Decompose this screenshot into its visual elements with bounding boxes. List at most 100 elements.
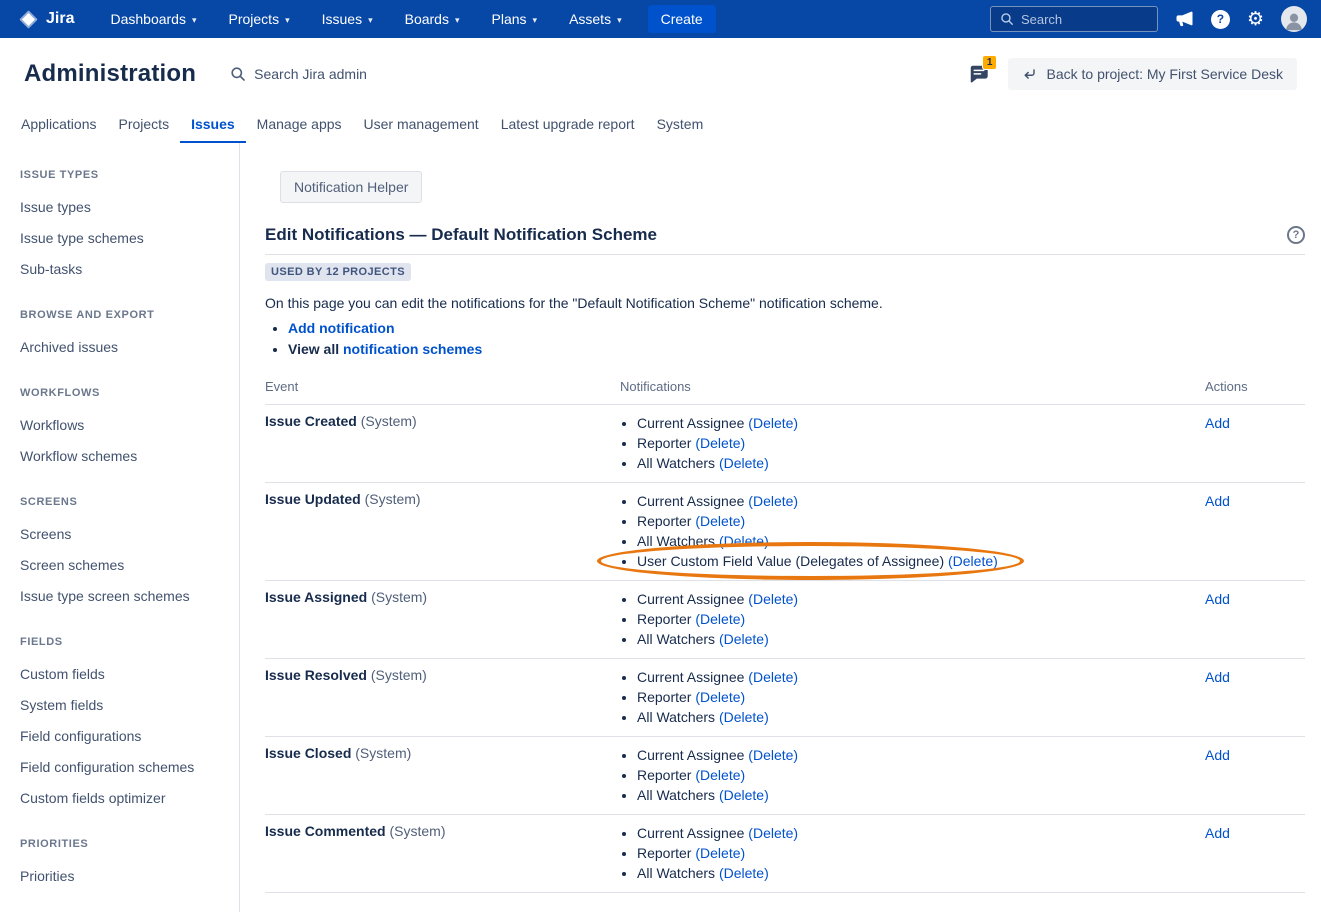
sidebar-item-issue-type-screen-schemes[interactable]: Issue type screen schemes <box>20 581 229 612</box>
jira-logo-text: Jira <box>46 10 74 28</box>
notification-row: Issue Updated (System)Current Assignee (… <box>265 483 1305 581</box>
delete-link[interactable]: (Delete) <box>719 455 769 471</box>
sidebar-item-system-fields[interactable]: System fields <box>20 690 229 721</box>
delete-link[interactable]: (Delete) <box>719 709 769 725</box>
tab-issues[interactable]: Issues <box>180 106 246 143</box>
user-avatar[interactable] <box>1281 6 1307 32</box>
add-notification-link[interactable]: Add notification <box>288 320 395 336</box>
notification-helper-button[interactable]: Notification Helper <box>280 171 422 203</box>
topnav-menu-boards[interactable]: Boards▾ <box>389 0 476 38</box>
delete-link[interactable]: (Delete) <box>695 513 745 529</box>
sidebar-item-issue-types[interactable]: Issue types <box>20 192 229 223</box>
sidebar-item-priorities[interactable]: Priorities <box>20 861 229 892</box>
delete-link[interactable]: (Delete) <box>695 611 745 627</box>
admin-search[interactable] <box>230 66 429 82</box>
sidebar-item-archived-issues[interactable]: Archived issues <box>20 332 229 363</box>
event-name: Issue Closed <box>265 745 351 761</box>
help-icon[interactable]: ? <box>1211 10 1230 29</box>
add-notification-row-link[interactable]: Add <box>1205 747 1230 763</box>
navbar-search[interactable] <box>990 6 1158 32</box>
tab-projects[interactable]: Projects <box>108 106 181 143</box>
navbar-search-input[interactable] <box>1021 12 1148 27</box>
notification-label: User Custom Field Value (Delegates of As… <box>637 553 948 569</box>
add-notification-row-link[interactable]: Add <box>1205 669 1230 685</box>
content-layout: ISSUE TYPESIssue typesIssue type schemes… <box>0 143 1321 912</box>
notification-row: Issue Commented (System)Current Assignee… <box>265 815 1305 893</box>
admin-search-input[interactable] <box>254 66 429 82</box>
delete-link[interactable]: (Delete) <box>748 493 798 509</box>
main-content: Notification Helper Edit Notifications —… <box>240 143 1321 912</box>
event-suffix: (System) <box>367 667 427 683</box>
delete-link[interactable]: (Delete) <box>719 631 769 647</box>
event-suffix: (System) <box>357 413 417 429</box>
tab-manage-apps[interactable]: Manage apps <box>246 106 353 143</box>
sidebar-item-screens[interactable]: Screens <box>20 519 229 550</box>
notification-list: Current Assignee (Delete)Reporter (Delet… <box>620 667 1205 727</box>
search-icon <box>230 66 246 82</box>
notification-item: Reporter (Delete) <box>637 609 1205 629</box>
person-icon <box>1283 10 1305 32</box>
notification-item: All Watchers (Delete) <box>637 863 1205 883</box>
sidebar-section-heading: FIELDS <box>20 636 229 648</box>
delete-link[interactable]: (Delete) <box>695 435 745 451</box>
event-cell: Issue Updated (System) <box>265 483 620 581</box>
sidebar-item-custom-fields[interactable]: Custom fields <box>20 659 229 690</box>
delete-link[interactable]: (Delete) <box>748 415 798 431</box>
delete-link[interactable]: (Delete) <box>748 669 798 685</box>
sidebar-item-field-configurations[interactable]: Field configurations <box>20 721 229 752</box>
gear-icon[interactable]: ⚙ <box>1247 10 1264 29</box>
event-cell: Issue Resolved (System) <box>265 659 620 737</box>
topnav-menu-assets[interactable]: Assets▾ <box>553 0 638 38</box>
sidebar-item-custom-fields-optimizer[interactable]: Custom fields optimizer <box>20 783 229 814</box>
notification-label: Current Assignee <box>637 825 748 841</box>
notification-schemes-link[interactable]: notification schemes <box>343 341 482 357</box>
used-by-projects-badge[interactable]: USED BY 12 PROJECTS <box>265 263 411 281</box>
topnav-menu-plans[interactable]: Plans▾ <box>476 0 554 38</box>
add-notification-row-link[interactable]: Add <box>1205 591 1230 607</box>
event-suffix: (System) <box>351 745 411 761</box>
notification-list: Current Assignee (Delete)Reporter (Delet… <box>620 589 1205 649</box>
notification-item: Reporter (Delete) <box>637 511 1205 531</box>
notification-item: All Watchers (Delete) <box>637 785 1205 805</box>
tab-applications[interactable]: Applications <box>10 106 108 143</box>
tab-system[interactable]: System <box>646 106 715 143</box>
notification-item: All Watchers (Delete) <box>637 629 1205 649</box>
sidebar-item-issue-type-schemes[interactable]: Issue type schemes <box>20 223 229 254</box>
delete-link[interactable]: (Delete) <box>748 747 798 763</box>
topnav-menu-issues[interactable]: Issues▾ <box>306 0 389 38</box>
create-button[interactable]: Create <box>648 5 716 33</box>
sidebar-item-screen-schemes[interactable]: Screen schemes <box>20 550 229 581</box>
tab-latest-upgrade-report[interactable]: Latest upgrade report <box>490 106 646 143</box>
help-circle-icon[interactable]: ? <box>1287 226 1305 244</box>
delete-link[interactable]: (Delete) <box>695 767 745 783</box>
topnav-menu-projects[interactable]: Projects▾ <box>213 0 306 38</box>
sidebar-item-workflows[interactable]: Workflows <box>20 410 229 441</box>
feedback-megaphone-icon[interactable] <box>1174 9 1194 29</box>
jira-logo[interactable]: Jira <box>10 9 94 30</box>
sidebar-section-heading: PRIORITIES <box>20 838 229 850</box>
notification-item: Reporter (Delete) <box>637 765 1205 785</box>
sidebar-item-workflow-schemes[interactable]: Workflow schemes <box>20 441 229 472</box>
add-notification-row-link[interactable]: Add <box>1205 415 1230 431</box>
sidebar-item-field-configuration-schemes[interactable]: Field configuration schemes <box>20 752 229 783</box>
notification-label: All Watchers <box>637 787 719 803</box>
delete-link[interactable]: (Delete) <box>948 553 998 569</box>
add-notification-row-link[interactable]: Add <box>1205 493 1230 509</box>
add-notification-row-link[interactable]: Add <box>1205 825 1230 841</box>
delete-link[interactable]: (Delete) <box>695 845 745 861</box>
delete-link[interactable]: (Delete) <box>748 591 798 607</box>
notifications-bubble-button[interactable]: 1 <box>968 63 990 85</box>
delete-link[interactable]: (Delete) <box>719 787 769 803</box>
tab-user-management[interactable]: User management <box>353 106 490 143</box>
delete-link[interactable]: (Delete) <box>719 533 769 549</box>
sidebar-item-sub-tasks[interactable]: Sub-tasks <box>20 254 229 285</box>
notification-row: Issue Closed (System)Current Assignee (D… <box>265 737 1305 815</box>
delete-link[interactable]: (Delete) <box>695 689 745 705</box>
topnav-menu-dashboards[interactable]: Dashboards▾ <box>94 0 212 38</box>
event-suffix: (System) <box>367 589 427 605</box>
delete-link[interactable]: (Delete) <box>748 825 798 841</box>
event-cell: Issue Assigned (System) <box>265 581 620 659</box>
delete-link[interactable]: (Delete) <box>719 865 769 881</box>
notification-item: Reporter (Delete) <box>637 843 1205 863</box>
back-to-project-button[interactable]: Back to project: My First Service Desk <box>1008 58 1297 90</box>
